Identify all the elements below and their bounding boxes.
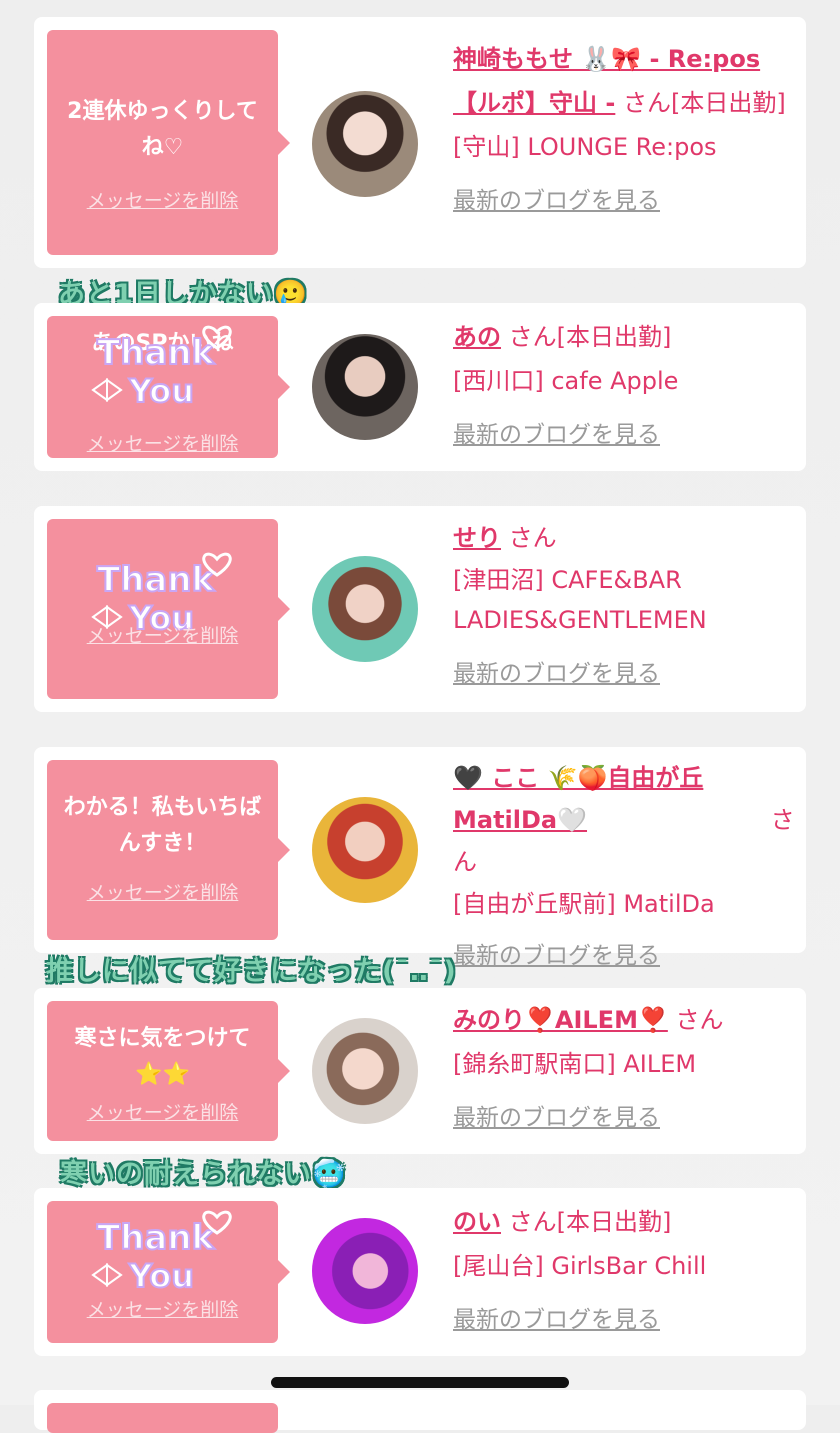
cast-name-link[interactable]: 🖤 ここ 🌾🍑自由が丘MatilDa🤍 (453, 757, 763, 841)
message-card-partial (34, 1390, 806, 1433)
ribbon-icon (91, 1263, 123, 1287)
shop-name: [守山] LOUNGE Re:pos (453, 133, 717, 161)
message-card: Thank You メッセージを削除 のい さん[本日出勤] [尾山台] Gir… (34, 1188, 806, 1356)
message-bubble: わかる！私もいちばんすき！ メッセージを削除 (47, 760, 290, 940)
cast-name-link[interactable]: あの (453, 323, 501, 351)
message-text: 寒さに気をつけて⭐️⭐️ (74, 1026, 251, 1087)
cast-name-link[interactable]: せり (453, 524, 501, 552)
cast-name-link[interactable]: のい (453, 1208, 501, 1236)
cast-san-label: さん[本日出勤] (508, 323, 672, 351)
home-indicator[interactable] (271, 1377, 569, 1388)
latest-blog-link[interactable]: 最新のブログを見る (453, 413, 660, 457)
message-text: あのSPかいね (91, 331, 234, 356)
cast-info: のい さん[本日出勤] [尾山台] GirlsBar Chill 最新のブログを… (453, 1200, 796, 1342)
shop-name: [津田沼] CAFE&BAR LADIES&GENTLEMEN (453, 566, 707, 634)
ribbon-icon (91, 378, 123, 402)
latest-blog-link[interactable]: 最新のブログを見る (453, 935, 660, 977)
delete-message-link[interactable]: メッセージを削除 (47, 429, 278, 456)
message-bubble: あのSPかいね Thank You メッセージを削除 (47, 316, 290, 458)
message-card: あのSPかいね Thank You メッセージを削除 あの さん[本日出勤] [… (34, 303, 806, 471)
thank-text: Thank (97, 560, 216, 600)
delete-message-link[interactable]: メッセージを削除 (47, 1098, 278, 1125)
cast-info: 🖤 ここ 🌾🍑自由が丘MatilDa🤍 さん [自由が丘駅前] MatilDa … (453, 757, 796, 977)
message-card: わかる！私もいちばんすき！ メッセージを削除 🖤 ここ 🌾🍑自由が丘MatilD… (34, 747, 806, 969)
shop-name: [尾山台] GirlsBar Chill (453, 1252, 707, 1280)
shop-name: [錦糸町駅南口] AILEM (453, 1050, 697, 1078)
message-card: Thank You メッセージを削除 せり さん [津田沼] CAFE&BAR … (34, 506, 806, 712)
thank-text: Thank (97, 1218, 216, 1258)
message-bubble: Thank You メッセージを削除 (47, 1201, 290, 1343)
avatar[interactable] (312, 556, 418, 662)
cast-info: 神崎ももせ 🐰🎀 - Re:pos 【ルポ】守山 - さん[本日出勤] [守山]… (453, 37, 796, 223)
cast-info: みのり❣️AILEM❣️ さん [錦糸町駅南口] AILEM 最新のブログを見る (453, 998, 796, 1140)
handwritten-sticker: 寒いの耐えられない🥶 (60, 1159, 347, 1190)
message-bubble: 2連休ゆっくりしてね♡ メッセージを削除 (47, 30, 290, 255)
latest-blog-link[interactable]: 最新のブログを見る (453, 1096, 660, 1140)
message-text: 2連休ゆっくりしてね♡ (67, 99, 258, 160)
delete-message-link[interactable]: メッセージを削除 (47, 878, 278, 905)
message-text: わかる！私もいちばんすき！ (63, 795, 262, 856)
avatar[interactable] (312, 1218, 418, 1324)
avatar[interactable] (312, 334, 418, 440)
cast-name-link[interactable]: みのり❣️AILEM❣️ (453, 1006, 668, 1034)
cast-san-label: さん[本日出勤] (508, 1208, 672, 1236)
delete-message-link[interactable]: メッセージを削除 (47, 1295, 278, 1322)
avatar[interactable] (312, 797, 418, 903)
message-bubble: 寒さに気をつけて⭐️⭐️ メッセージを削除 (47, 1001, 290, 1141)
cast-san-label: さん[本日出勤] (622, 89, 786, 117)
latest-blog-link[interactable]: 最新のブログを見る (453, 652, 660, 696)
you-text: You (128, 372, 194, 410)
message-card: 寒さに気をつけて⭐️⭐️ メッセージを削除 みのり❣️AILEM❣️ さん [錦… (34, 988, 806, 1154)
latest-blog-link[interactable]: 最新のブログを見る (453, 179, 660, 223)
delete-message-link[interactable]: メッセージを削除 (47, 621, 278, 648)
message-bubble: Thank You メッセージを削除 (47, 519, 290, 699)
thank-you-sticker: Thank You (91, 1210, 232, 1296)
handwritten-sticker: 推しに似てて好きになった(¯‥¯) (46, 956, 457, 987)
heart-icon (202, 552, 232, 577)
avatar[interactable] (312, 1018, 418, 1124)
latest-blog-link[interactable]: 最新のブログを見る (453, 1298, 660, 1342)
delete-message-link[interactable]: メッセージを削除 (47, 186, 278, 213)
cast-info: あの さん[本日出勤] [西川口] cafe Apple 最新のブログを見る (453, 315, 796, 457)
shop-name: [自由が丘駅前] MatilDa (453, 890, 715, 918)
you-text: You (128, 1257, 194, 1295)
cast-san-label: さん (508, 524, 557, 552)
cast-info: せり さん [津田沼] CAFE&BAR LADIES&GENTLEMEN 最新… (453, 516, 796, 696)
shop-name: [西川口] cafe Apple (453, 367, 679, 395)
cast-san-label: さん (675, 1006, 724, 1034)
message-bubble (47, 1403, 278, 1433)
heart-icon (202, 1210, 232, 1235)
message-card: 2連休ゆっくりしてね♡ メッセージを削除 神崎ももせ 🐰🎀 - Re:pos 【… (34, 17, 806, 268)
avatar[interactable] (312, 91, 418, 197)
